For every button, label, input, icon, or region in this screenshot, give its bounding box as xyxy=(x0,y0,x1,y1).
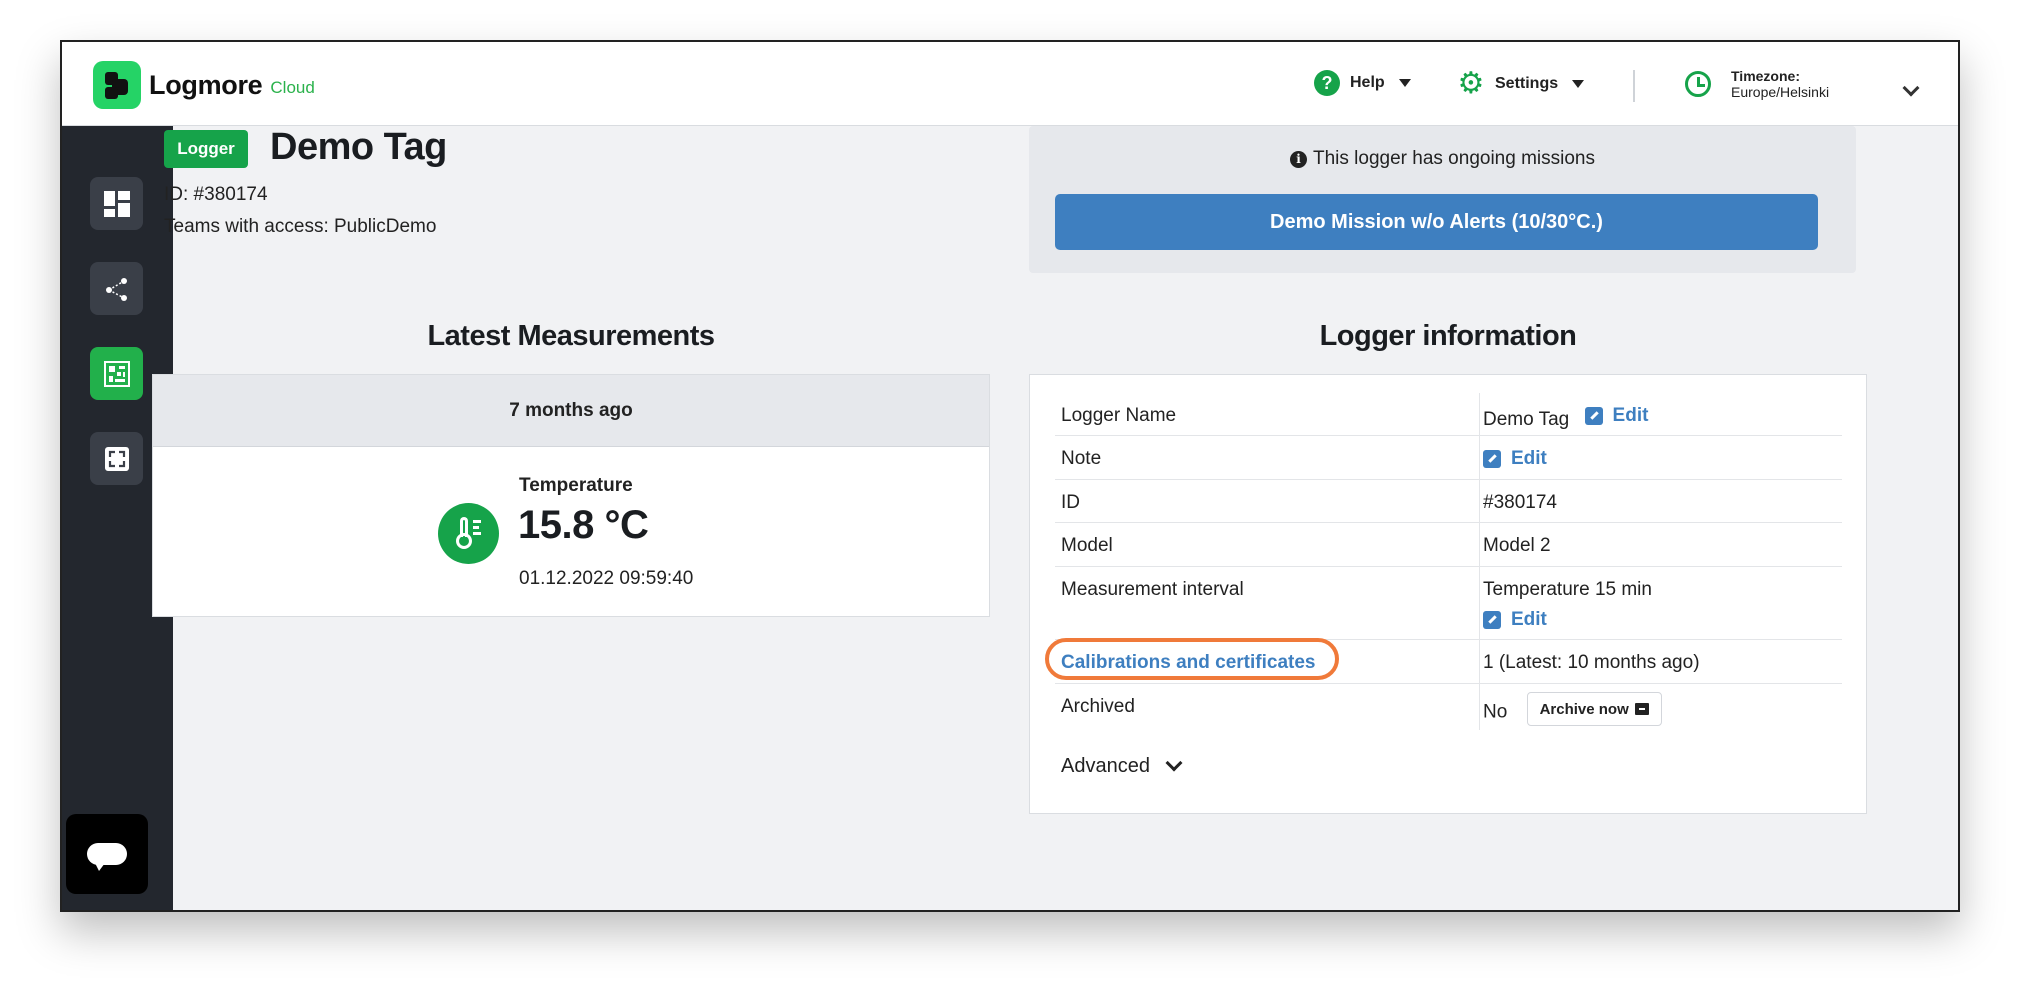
brand-logo[interactable]: Logmore Cloud xyxy=(93,61,315,109)
edit-label: Edit xyxy=(1612,405,1649,426)
table-row: Archived No Archive now xyxy=(1055,684,1842,730)
qr-code-icon xyxy=(103,360,130,387)
interval-value: Temperature 15 min xyxy=(1483,579,1652,600)
mission-note-text: This logger has ongoing missions xyxy=(1313,148,1595,169)
help-icon: ? xyxy=(1314,70,1340,96)
type-badge: Logger xyxy=(164,130,248,168)
logmore-logo-icon xyxy=(93,61,141,109)
row-key: Measurement interval xyxy=(1061,579,1244,600)
edit-interval-link[interactable]: Edit xyxy=(1483,609,1547,631)
archived-value: No xyxy=(1483,701,1508,723)
logger-info-table: Logger Name Demo Tag Edit Note Edit ID #… xyxy=(1045,393,1842,730)
sidebar-item-scan[interactable] xyxy=(90,432,143,485)
row-key: Note xyxy=(1061,448,1102,469)
timezone-selector[interactable]: Timezone: Europe/Helsinki xyxy=(1685,68,1829,100)
row-key: Logger Name xyxy=(1061,405,1177,426)
timezone-value: Europe/Helsinki xyxy=(1731,84,1830,100)
measurement-timestamp: 01.12.2022 09:59:40 xyxy=(519,568,694,589)
edit-label: Edit xyxy=(1511,609,1547,630)
advanced-toggle[interactable]: Advanced xyxy=(1061,754,1183,778)
measurement-card: 7 months ago Temperature 15.8 °C 01.12.2… xyxy=(152,374,990,617)
mission-button[interactable]: Demo Mission w/o Alerts (10/30°C.) xyxy=(1055,194,1818,250)
logger-info-card: Logger Name Demo Tag Edit Note Edit ID #… xyxy=(1029,374,1867,814)
logger-information-title: Logger information xyxy=(1319,320,1577,352)
caret-down-icon xyxy=(1572,80,1585,88)
chat-icon xyxy=(87,843,127,871)
row-value: Temperature 15 min Edit xyxy=(1483,579,1652,635)
row-value: No Archive now xyxy=(1483,692,1662,730)
measurement-label: Temperature xyxy=(519,475,633,496)
row-value: Model 2 xyxy=(1483,535,1551,556)
help-menu[interactable]: ? Help xyxy=(1314,70,1411,96)
mission-note: i This logger has ongoing missions xyxy=(1029,148,1856,170)
table-row: Measurement interval Temperature 15 min … xyxy=(1055,567,1842,640)
sidebar-item-network[interactable] xyxy=(90,262,143,315)
settings-label: Settings xyxy=(1495,75,1559,92)
sidebar-item-dashboard[interactable] xyxy=(90,177,143,230)
measurement-value: 15.8 °C xyxy=(518,503,649,547)
scan-icon xyxy=(104,446,129,471)
clock-icon xyxy=(1685,71,1711,97)
thermometer-icon xyxy=(438,503,499,564)
page-title: Demo Tag xyxy=(270,126,447,168)
edit-icon xyxy=(1584,407,1603,425)
row-key: Archived xyxy=(1061,696,1135,717)
edit-label: Edit xyxy=(1511,448,1547,469)
row-value: Demo Tag Edit xyxy=(1483,405,1648,431)
calibrations-link[interactable]: Calibrations and certificates xyxy=(1061,652,1315,674)
row-value: #380174 xyxy=(1483,492,1557,513)
table-row: ID #380174 xyxy=(1055,480,1842,523)
logger-name-value: Demo Tag xyxy=(1483,409,1570,430)
topbar-divider xyxy=(1633,70,1635,102)
timezone-label: Timezone: xyxy=(1731,68,1800,84)
dashboard-icon xyxy=(103,190,130,217)
brand-sub: Cloud xyxy=(270,78,315,97)
archive-icon xyxy=(1634,703,1649,715)
edit-icon xyxy=(1483,611,1501,629)
latest-measurements-title: Latest Measurements xyxy=(427,320,715,352)
row-value: 1 (Latest: 10 months ago) xyxy=(1483,652,1700,673)
edit-icon xyxy=(1483,450,1501,468)
table-row: Calibrations and certificates 1 (Latest:… xyxy=(1045,638,1842,684)
row-value: Edit xyxy=(1483,448,1547,474)
archive-now-button[interactable]: Archive now xyxy=(1526,692,1662,726)
advanced-label: Advanced xyxy=(1061,755,1150,777)
archive-now-label: Archive now xyxy=(1539,700,1629,718)
chat-button[interactable] xyxy=(66,814,148,894)
measurement-age: 7 months ago xyxy=(153,375,989,447)
row-key: ID xyxy=(1061,492,1080,513)
info-icon: i xyxy=(1290,151,1307,168)
table-row: Model Model 2 xyxy=(1055,523,1842,567)
table-row: Note Edit xyxy=(1055,436,1842,480)
top-navbar: Logmore Cloud ? Help ⚙ Settings Timezone… xyxy=(62,42,1958,126)
chevron-down-icon xyxy=(1165,754,1183,771)
app-window: Logmore Cloud ? Help ⚙ Settings Timezone… xyxy=(60,40,1960,912)
row-key: Model xyxy=(1061,535,1113,556)
gear-icon: ⚙ xyxy=(1457,67,1485,100)
help-label: Help xyxy=(1350,74,1385,91)
mission-panel: i This logger has ongoing missions Demo M… xyxy=(1029,126,1856,273)
caret-down-icon xyxy=(1398,79,1411,87)
settings-menu[interactable]: ⚙ Settings xyxy=(1457,67,1585,100)
device-id: ID: #380174 xyxy=(164,184,268,205)
edit-note-link[interactable]: Edit xyxy=(1483,448,1547,470)
table-row: Logger Name Demo Tag Edit xyxy=(1055,393,1842,436)
device-teams: Teams with access: PublicDemo xyxy=(164,216,437,237)
share-network-icon xyxy=(105,277,127,301)
chevron-down-icon[interactable] xyxy=(1902,79,1920,97)
brand-name: Logmore xyxy=(149,69,263,100)
edit-name-link[interactable]: Edit xyxy=(1584,405,1649,427)
sidebar-item-loggers[interactable] xyxy=(90,347,143,400)
